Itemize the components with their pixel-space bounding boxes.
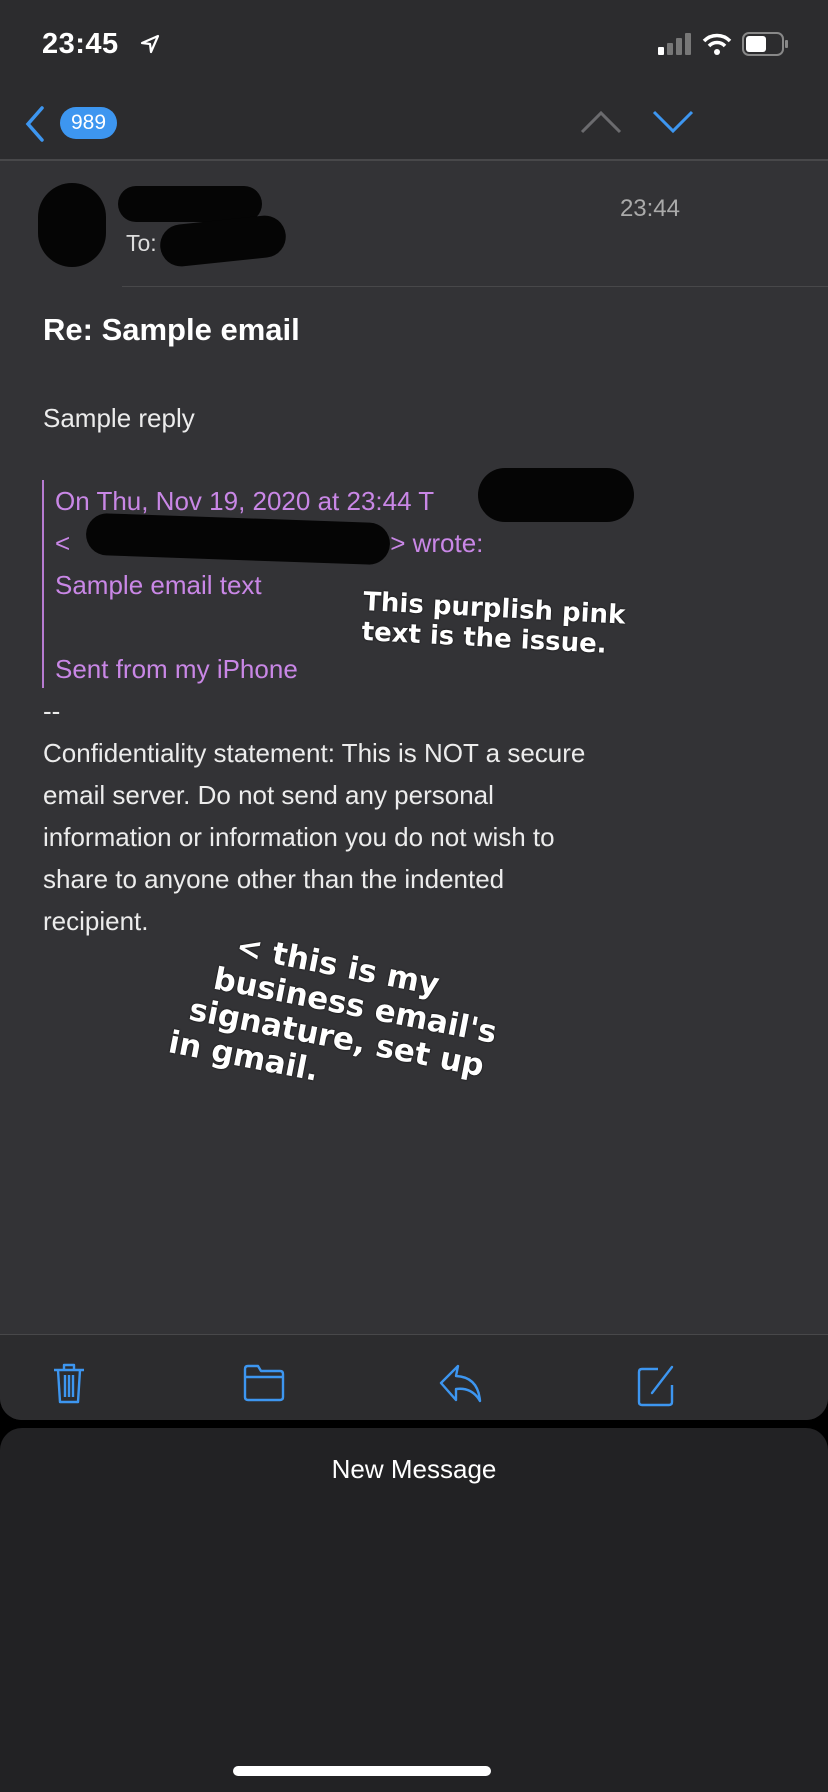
- quote-name-redaction: [478, 468, 634, 522]
- confidentiality-line: information or information you do not wi…: [43, 822, 555, 852]
- divider: [122, 286, 828, 287]
- back-chevron-icon[interactable]: [22, 104, 48, 144]
- message-time: 23:44: [619, 195, 680, 222]
- signature-separator: --: [43, 696, 61, 726]
- header: 23:45 989: [0, 0, 828, 161]
- subject: Re: Sample email: [43, 312, 300, 347]
- quoted-message: On Thu, Nov 19, 2020 at 23:44 T < > wrote…: [42, 480, 483, 688]
- next-message-icon[interactable]: [652, 110, 694, 134]
- to-label: To:: [126, 230, 157, 256]
- compose-icon[interactable]: [636, 1363, 678, 1407]
- reply-icon[interactable]: [438, 1363, 484, 1405]
- quote-wrote: > wrote:: [390, 528, 484, 558]
- confidentiality-line: share to anyone other than the indented: [43, 864, 505, 894]
- battery-icon: [742, 32, 788, 56]
- folder-icon[interactable]: [242, 1363, 286, 1403]
- trash-icon[interactable]: [52, 1363, 86, 1405]
- avatar-redacted: [38, 183, 106, 267]
- quote-lt: <: [55, 528, 71, 558]
- signature: -- Confidentiality statement: This is NO…: [43, 690, 585, 942]
- signal-icon: [658, 33, 691, 55]
- quote-signature: Sent from my iPhone: [55, 654, 298, 684]
- annotation-signature: < this is my business email's signature,…: [166, 928, 507, 1121]
- unread-count-badge[interactable]: 989: [60, 107, 118, 139]
- new-message-title[interactable]: New Message: [0, 1454, 828, 1485]
- confidentiality-line: recipient.: [43, 906, 149, 936]
- sender-redaction: [118, 186, 262, 222]
- new-message-sheet[interactable]: New Message: [0, 1428, 828, 1792]
- confidentiality-line: Confidentiality statement: This is NOT a…: [43, 738, 586, 768]
- home-indicator[interactable]: [233, 1766, 491, 1776]
- mail-view: 23:45 989 To: 23:44 Re: Sample email Sam…: [0, 0, 828, 1420]
- reply-text: Sample reply: [43, 403, 195, 433]
- location-arrow-icon: [140, 34, 160, 54]
- toolbar: [0, 1334, 828, 1420]
- status-time: 23:45: [42, 28, 119, 60]
- wifi-icon: [702, 33, 732, 55]
- previous-message-icon[interactable]: [580, 110, 622, 134]
- confidentiality-line: email server. Do not send any personal: [43, 780, 494, 810]
